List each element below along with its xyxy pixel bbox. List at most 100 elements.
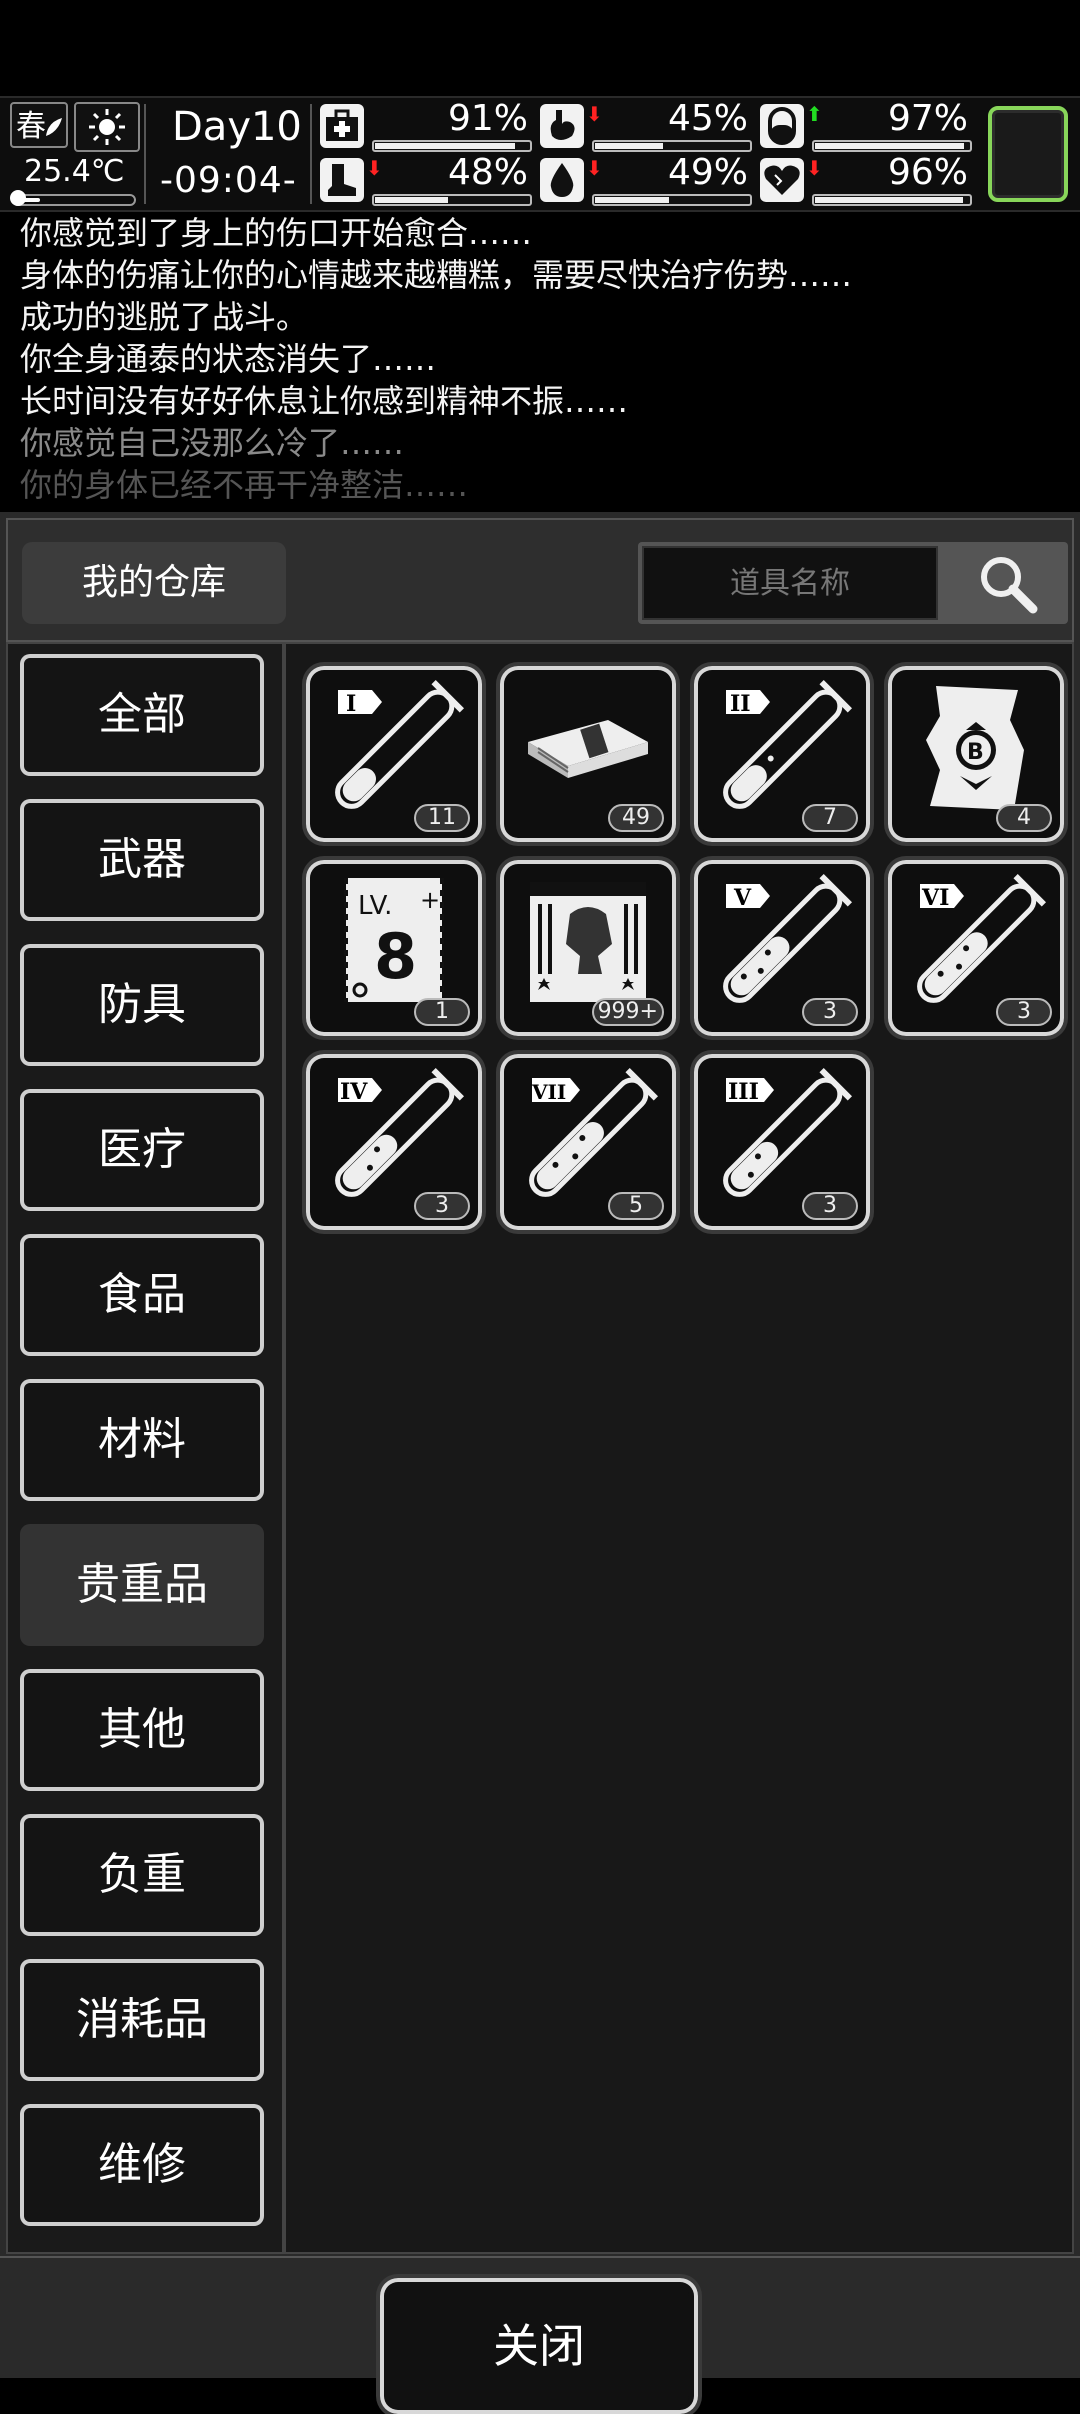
- category-all[interactable]: 全部: [20, 654, 264, 776]
- medkit-icon: [320, 104, 364, 148]
- heart-icon: [760, 158, 804, 202]
- stat-bar: [592, 194, 752, 206]
- stat-bar: [372, 140, 532, 152]
- stat-value: 48%: [447, 152, 528, 193]
- close-button[interactable]: 关闭: [380, 2278, 698, 2414]
- item-badge: III: [728, 1079, 759, 1105]
- stat-thirst: ⬇ 49%: [540, 152, 756, 208]
- water-drop-icon: [540, 158, 584, 202]
- stat-value: 45%: [667, 98, 748, 139]
- category-valuables[interactable]: 贵重品: [20, 1524, 264, 1646]
- stat-value: 96%: [887, 152, 968, 193]
- item-badge: IV: [340, 1079, 368, 1105]
- stat-bar-fill: [815, 197, 963, 203]
- sun-icon: [74, 102, 140, 152]
- svg-text:+: +: [420, 886, 440, 914]
- category-other[interactable]: 其他: [20, 1669, 264, 1791]
- stat-bar-fill: [595, 143, 664, 149]
- stat-energy: ⬆ 97%: [760, 98, 976, 154]
- test-tube-II-icon: II: [723, 680, 852, 809]
- item-count: 5: [608, 1192, 664, 1220]
- trend-down-arrow: ⬇: [586, 156, 603, 180]
- stat-value: 97%: [887, 98, 968, 139]
- character-slot-button[interactable]: [988, 106, 1068, 202]
- warehouse-panel: 我的仓库 全部 武器 防具 医疗 食品 材料 贵重品 其他 负重 消耗品 维修: [0, 512, 1080, 2414]
- item-badge: VII: [531, 1080, 566, 1104]
- season-label: 春: [16, 109, 46, 144]
- test-tube-V-icon: V: [723, 874, 852, 1003]
- log-line: 你全身通泰的状态消失了……: [20, 340, 437, 378]
- category-load[interactable]: 负重: [20, 1814, 264, 1936]
- message-log: 你感觉到了身上的伤口开始愈合…… 身体的伤痛让你的心情越来越糟糕，需要尽快治疗伤…: [0, 212, 1080, 504]
- zombie-ticket-icon: [530, 882, 646, 1002]
- item-slot[interactable]: 999+: [500, 860, 676, 1036]
- divider: [144, 104, 146, 204]
- item-slot[interactable]: LV. + 8 1: [306, 860, 482, 1036]
- item-slot[interactable]: V 3: [694, 860, 870, 1036]
- stat-mood: ⬇ 96%: [760, 152, 976, 208]
- category-materials[interactable]: 材料: [20, 1379, 264, 1501]
- stat-bar: [372, 194, 532, 206]
- stat-health: 91%: [320, 98, 536, 154]
- item-slot[interactable]: IV 3: [306, 1054, 482, 1230]
- category-consumables[interactable]: 消耗品: [20, 1959, 264, 2081]
- stat-hunger: ⬇ 45%: [540, 98, 756, 154]
- category-repair[interactable]: 维修: [20, 2104, 264, 2226]
- log-line: 你的身体已经不再干净整洁……: [20, 466, 469, 504]
- card-level-number: 8: [374, 920, 417, 993]
- trend-down-arrow: ⬇: [366, 156, 383, 180]
- item-slot[interactable]: II 7: [694, 666, 870, 842]
- item-slot[interactable]: VI 3: [888, 860, 1064, 1036]
- category-medical[interactable]: 医疗: [20, 1089, 264, 1211]
- test-tube-III-icon: III: [723, 1068, 852, 1197]
- temperature-bar: [10, 190, 136, 206]
- test-tube-VI-icon: VI: [917, 874, 1046, 1003]
- test-tube-IV-icon: IV: [335, 1068, 464, 1197]
- category-weapons[interactable]: 武器: [20, 799, 264, 921]
- stat-stamina: ⬇ 48%: [320, 152, 536, 208]
- stat-bar-fill: [595, 197, 670, 203]
- item-badge: V: [733, 885, 752, 911]
- log-line: 成功的逃脱了战斗。: [20, 298, 309, 336]
- boot-icon: [320, 158, 364, 202]
- item-count: 999+: [591, 998, 664, 1026]
- clock: -09:04-: [160, 160, 297, 201]
- category-food[interactable]: 食品: [20, 1234, 264, 1356]
- stat-value: 91%: [447, 98, 528, 139]
- warehouse-title-tab[interactable]: 我的仓库: [22, 542, 286, 624]
- status-bar: 春 25.4℃ Day10 -09:04- 91% ⬇ 45% ⬆ 97% ⬇ …: [0, 96, 1080, 212]
- stat-bar-fill: [815, 143, 965, 149]
- item-slot[interactable]: I 11: [306, 666, 482, 842]
- item-count: 1: [414, 998, 470, 1026]
- item-badge: VI: [921, 885, 949, 911]
- level-8-card-icon: LV. + 8: [344, 878, 444, 1002]
- trend-up-arrow: ⬆: [806, 102, 823, 126]
- search-button[interactable]: [946, 542, 1068, 624]
- bitcoin-map-icon: B: [926, 686, 1024, 810]
- category-armor[interactable]: 防具: [20, 944, 264, 1066]
- day-counter: Day10: [172, 104, 302, 150]
- stat-value: 49%: [667, 152, 748, 193]
- item-count: 11: [414, 804, 470, 832]
- stat-bar-fill: [375, 143, 515, 149]
- item-slot[interactable]: III 3: [694, 1054, 870, 1230]
- log-line: 长时间没有好好休息让你感到精神不振……: [20, 382, 629, 420]
- item-count: 3: [802, 998, 858, 1026]
- log-line: 你感觉到了身上的伤口开始愈合……: [20, 214, 533, 252]
- item-slot[interactable]: VII 5: [500, 1054, 676, 1230]
- category-sidebar: 全部 武器 防具 医疗 食品 材料 贵重品 其他 负重 消耗品 维修: [6, 642, 284, 2254]
- divider: [310, 104, 312, 204]
- temperature-readout: 25.4℃: [24, 154, 125, 189]
- search-icon: [981, 557, 1038, 614]
- item-slot[interactable]: 49: [500, 666, 676, 842]
- log-line: 你感觉自己没那么冷了……: [20, 424, 405, 462]
- season-indicator: 春: [10, 102, 68, 148]
- search-input[interactable]: [642, 546, 938, 620]
- item-count: 3: [414, 1192, 470, 1220]
- stat-bar-fill: [375, 197, 448, 203]
- stomach-icon: [540, 104, 584, 148]
- panel-footer: 关闭: [0, 2256, 1080, 2414]
- cash-bundle-icon: [528, 720, 648, 778]
- item-slot[interactable]: B 4: [888, 666, 1064, 842]
- item-count: 3: [802, 1192, 858, 1220]
